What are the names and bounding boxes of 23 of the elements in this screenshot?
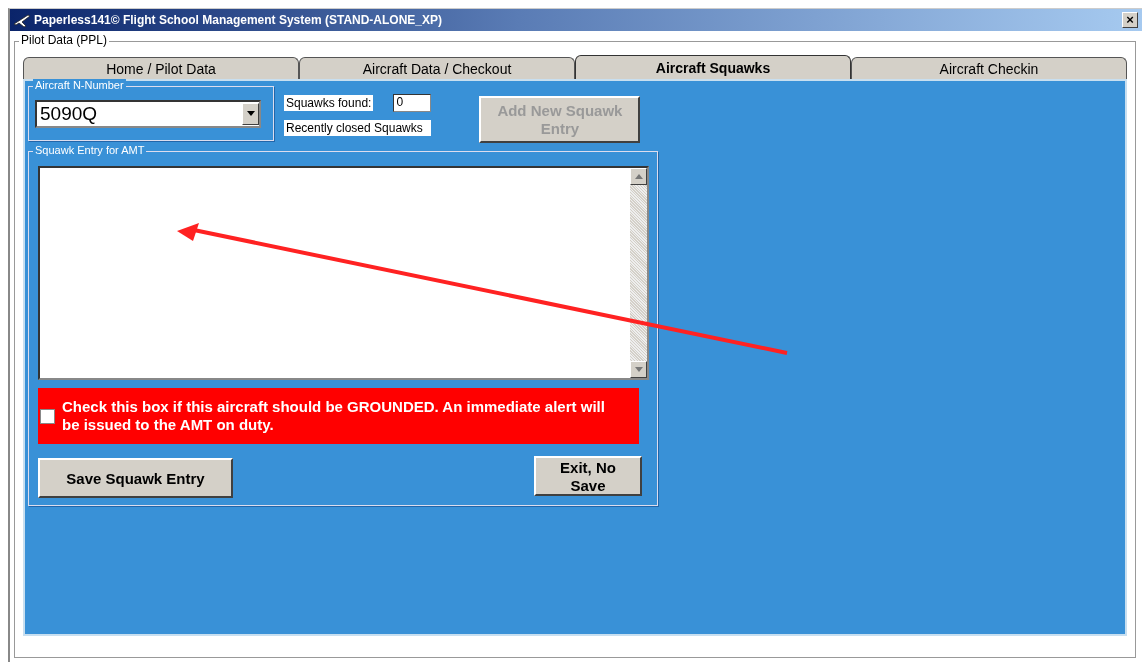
group-label: Pilot Data (PPL) [19,33,110,47]
recently-closed-label: Recently closed Squawks [284,120,432,136]
dropdown-arrow-icon [246,111,255,116]
scroll-down-icon [634,367,643,372]
save-button[interactable]: Save Squawk Entry [38,458,233,498]
group-label: Aircraft N-Number [33,79,126,91]
grounded-checkbox[interactable] [40,408,55,424]
aircraft-dropdown[interactable]: 5090Q [35,99,261,128]
squawk-text-area[interactable] [38,166,649,380]
tab[interactable]: Aircraft Data / Checkout [299,57,575,79]
tab[interactable]: Home / Pilot Data [23,57,299,79]
tab[interactable]: Aircraft Squawks [575,55,851,79]
scrollbar[interactable] [630,168,647,378]
squawks-found-label: Squawks found: [284,95,374,111]
scroll-up-icon [634,174,643,179]
exit-button[interactable]: Exit, No Save [534,456,642,496]
grounded-label: Check this box if this aircraft should be GROUNDED. An immediate alert will be issued to the AMT on duty. [62,398,606,434]
airplane-icon [12,12,32,28]
close-button[interactable]: × [1122,12,1138,28]
squawks-count-field[interactable]: 0 [393,94,432,112]
window-title: Paperless141© Flight School Management System (STAND-ALONE_XP) [34,13,444,27]
tab[interactable]: Aircraft Checkin [851,57,1127,79]
group-label: Squawk Entry for AMT [33,144,147,156]
